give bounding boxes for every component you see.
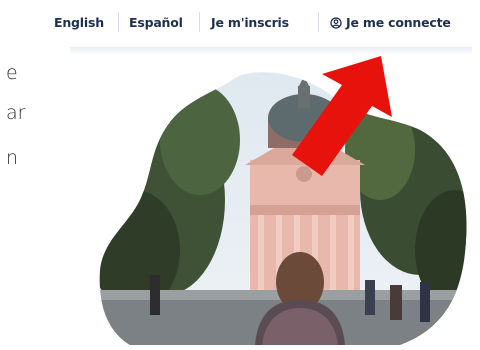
red-arrow-icon (292, 56, 392, 176)
